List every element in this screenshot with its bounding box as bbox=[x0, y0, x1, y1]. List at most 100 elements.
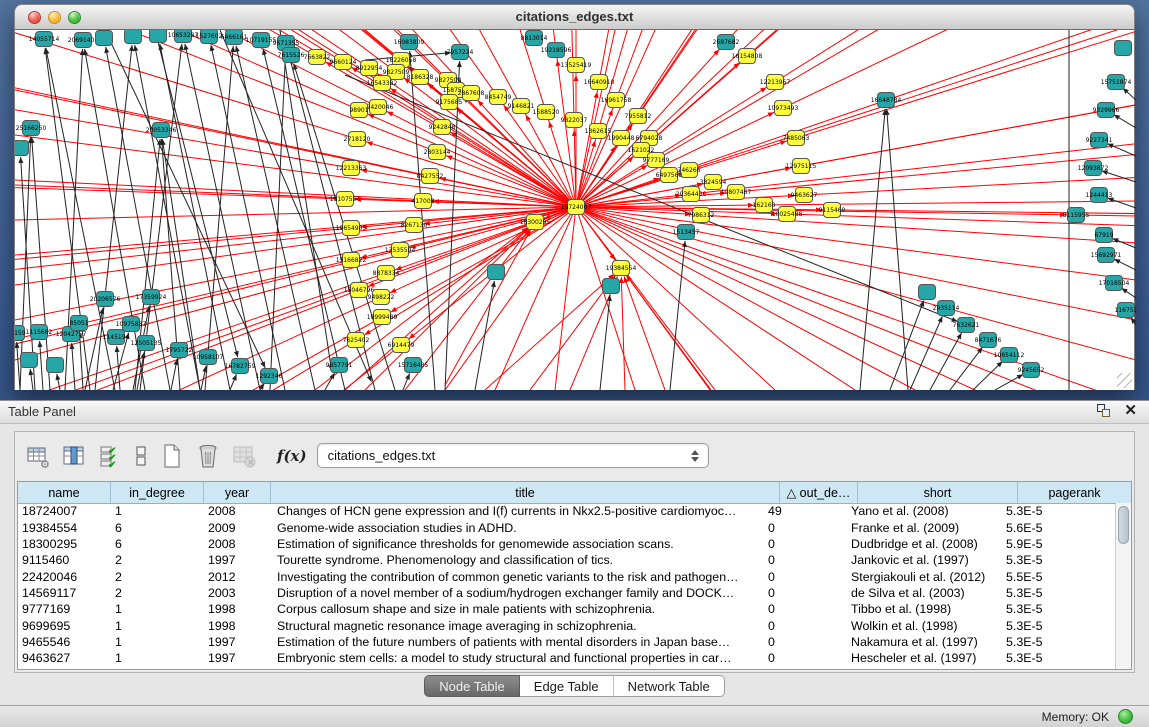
graph-node[interactable] bbox=[488, 265, 505, 280]
graph-node[interactable]: 9227341 bbox=[1086, 133, 1113, 148]
graph-node[interactable]: 17016504 bbox=[1099, 276, 1130, 291]
table-row[interactable]: 1938455462009Genome-wide association stu… bbox=[18, 519, 1115, 535]
table-row[interactable]: 1830029562008Estimation of significance … bbox=[18, 536, 1115, 552]
graph-node[interactable]: 8427552 bbox=[417, 169, 444, 184]
vertical-scrollbar[interactable] bbox=[1115, 503, 1131, 669]
graph-node[interactable]: 8912954 bbox=[356, 61, 383, 76]
graph-node[interactable]: 20364436 bbox=[676, 187, 707, 202]
graph-node[interactable]: 7986312 bbox=[688, 208, 715, 223]
graph-node[interactable] bbox=[15, 141, 29, 156]
graph-node[interactable]: 2687682 bbox=[713, 35, 740, 50]
table-row[interactable]: 946554611997Estimation of the future num… bbox=[18, 634, 1115, 650]
delete-table-icon[interactable]: ✕ bbox=[229, 441, 259, 471]
graph-node[interactable]: 10653287 bbox=[168, 30, 199, 43]
window-resize-grip[interactable] bbox=[1117, 373, 1132, 388]
select-column-icon[interactable] bbox=[59, 441, 89, 471]
delete-rows-icon[interactable] bbox=[193, 441, 223, 471]
column-header[interactable]: in_degree bbox=[111, 482, 204, 503]
tab-node-table[interactable]: Node Table bbox=[424, 675, 520, 697]
graph-node[interactable]: 116753 bbox=[1115, 303, 1136, 318]
row-height-icon[interactable] bbox=[131, 441, 151, 471]
graph-node[interactable]: 12093872 bbox=[1078, 161, 1109, 176]
graph-node[interactable]: 417008 bbox=[412, 194, 435, 209]
column-header[interactable]: name bbox=[18, 482, 111, 503]
graph-node[interactable]: 1527602 bbox=[196, 30, 223, 44]
graph-node[interactable]: 12213967 bbox=[760, 75, 791, 90]
column-header[interactable]: short bbox=[858, 482, 1018, 503]
tab-edge-table[interactable]: Edge Table bbox=[520, 675, 614, 697]
graph-node[interactable]: 6466161 bbox=[221, 30, 248, 45]
table-row[interactable]: 977716911998Corpus callosum shape and si… bbox=[18, 601, 1115, 617]
close-panel-icon[interactable]: ✕ bbox=[1124, 404, 1137, 417]
graph-node[interactable]: 1513457 bbox=[673, 225, 700, 240]
graph-node[interactable] bbox=[96, 31, 113, 46]
graph-node[interactable] bbox=[47, 358, 64, 373]
graph-node[interactable]: 9463627 bbox=[791, 188, 818, 203]
function-builder-icon[interactable]: f(x) bbox=[277, 447, 307, 465]
graph-node[interactable]: 8471676 bbox=[975, 333, 1002, 348]
graph-node[interactable]: 7632621 bbox=[953, 318, 980, 333]
close-window-button[interactable] bbox=[28, 11, 41, 24]
network-window[interactable]: citations_edges.txt 14055714 20691406 1065… bbox=[14, 4, 1135, 390]
graph-node[interactable]: 2803144 bbox=[424, 145, 451, 160]
graph-node[interactable]: 8878334 bbox=[373, 266, 400, 281]
zoom-window-button[interactable] bbox=[68, 11, 81, 24]
graph-node[interactable] bbox=[21, 353, 38, 368]
column-header[interactable]: title bbox=[271, 482, 780, 503]
column-header[interactable]: year bbox=[204, 482, 271, 503]
graph-node[interactable]: 16782759 bbox=[225, 359, 256, 374]
graph-node[interactable]: 15716485 bbox=[398, 358, 429, 373]
graph-node[interactable]: 8115955 bbox=[1063, 208, 1090, 223]
new-table-icon[interactable] bbox=[157, 441, 187, 471]
graph-node[interactable]: 15751874 bbox=[1101, 75, 1132, 90]
table-row[interactable]: 969969511998Structural magnetic resonanc… bbox=[18, 617, 1115, 633]
graph-node[interactable]: 16640910 bbox=[584, 75, 615, 90]
select-rows-icon[interactable]: ✔✔✔ bbox=[95, 441, 125, 471]
window-titlebar[interactable]: citations_edges.txt bbox=[14, 4, 1135, 30]
graph-node[interactable]: 10807467 bbox=[721, 185, 752, 200]
column-header[interactable]: △ out_de… bbox=[780, 482, 858, 503]
table-row[interactable]: 1456911722003Disruption of a novel membe… bbox=[18, 585, 1115, 601]
column-header[interactable]: pagerank bbox=[1018, 482, 1131, 503]
graph-node[interactable]: 7955812 bbox=[625, 109, 652, 124]
graph-node[interactable] bbox=[919, 285, 936, 300]
graph-node[interactable]: 14055714 bbox=[29, 32, 60, 47]
table-settings-icon[interactable]: ⚙ bbox=[23, 441, 53, 471]
scrollbar-thumb[interactable] bbox=[1118, 506, 1129, 544]
graph-node[interactable]: 3824594 bbox=[700, 175, 727, 190]
graph-node[interactable]: 1115682 bbox=[26, 325, 53, 340]
network-view[interactable]: 14055714 20691406 1065328715276026466161 10… bbox=[14, 30, 1135, 390]
graph-node[interactable]: 6914479 bbox=[388, 338, 415, 353]
graph-node[interactable]: 12975115 bbox=[786, 159, 817, 174]
table-row[interactable]: 911546021997Tourette syndrome. Phenomeno… bbox=[18, 552, 1115, 568]
tab-network-table[interactable]: Network Table bbox=[614, 675, 725, 697]
graph-node[interactable]: 8186328 bbox=[407, 70, 434, 85]
table-row[interactable]: 946362711997Embryonic stem cells: a mode… bbox=[18, 650, 1115, 666]
network-canvas[interactable]: 14055714 20691406 1065328715276026466161 10… bbox=[15, 30, 1136, 390]
graph-node[interactable] bbox=[150, 30, 167, 43]
graph-node[interactable] bbox=[125, 30, 142, 44]
graph-node[interactable]: 16648784 bbox=[871, 93, 902, 108]
graph-node[interactable]: 1292346 bbox=[256, 369, 283, 384]
graph-node[interactable]: 7485063 bbox=[783, 131, 810, 146]
table-selector-combobox[interactable]: citations_edges.txt bbox=[317, 443, 709, 468]
graph-node[interactable]: 1244413 bbox=[1086, 188, 1113, 203]
graph-node[interactable]: 19384554 bbox=[606, 261, 637, 276]
table-row[interactable]: 1872400712008Changes of HCN gene express… bbox=[18, 503, 1115, 519]
graph-node[interactable]: 19218596 bbox=[541, 43, 572, 58]
graph-node[interactable]: 1588520 bbox=[533, 105, 560, 120]
graph-node[interactable]: 10025488 bbox=[772, 207, 803, 222]
graph-node[interactable]: 98901 bbox=[349, 103, 368, 118]
graph-node[interactable]: 17359924 bbox=[136, 290, 167, 305]
graph-node[interactable]: 67919 bbox=[1094, 228, 1113, 243]
graph-node[interactable] bbox=[603, 279, 620, 294]
graph-node[interactable]: 16154808 bbox=[732, 49, 763, 64]
float-panel-icon[interactable] bbox=[1097, 404, 1110, 417]
graph-node[interactable]: 25166250 bbox=[16, 121, 47, 136]
graph-node[interactable]: 2718120 bbox=[344, 132, 371, 147]
graph-node[interactable] bbox=[1115, 41, 1132, 56]
minimize-window-button[interactable] bbox=[48, 11, 61, 24]
graph-node[interactable]: 1990448 bbox=[608, 131, 635, 146]
graph-node[interactable]: 20691406 bbox=[68, 33, 99, 48]
graph-node[interactable]: 39159 bbox=[15, 326, 26, 341]
